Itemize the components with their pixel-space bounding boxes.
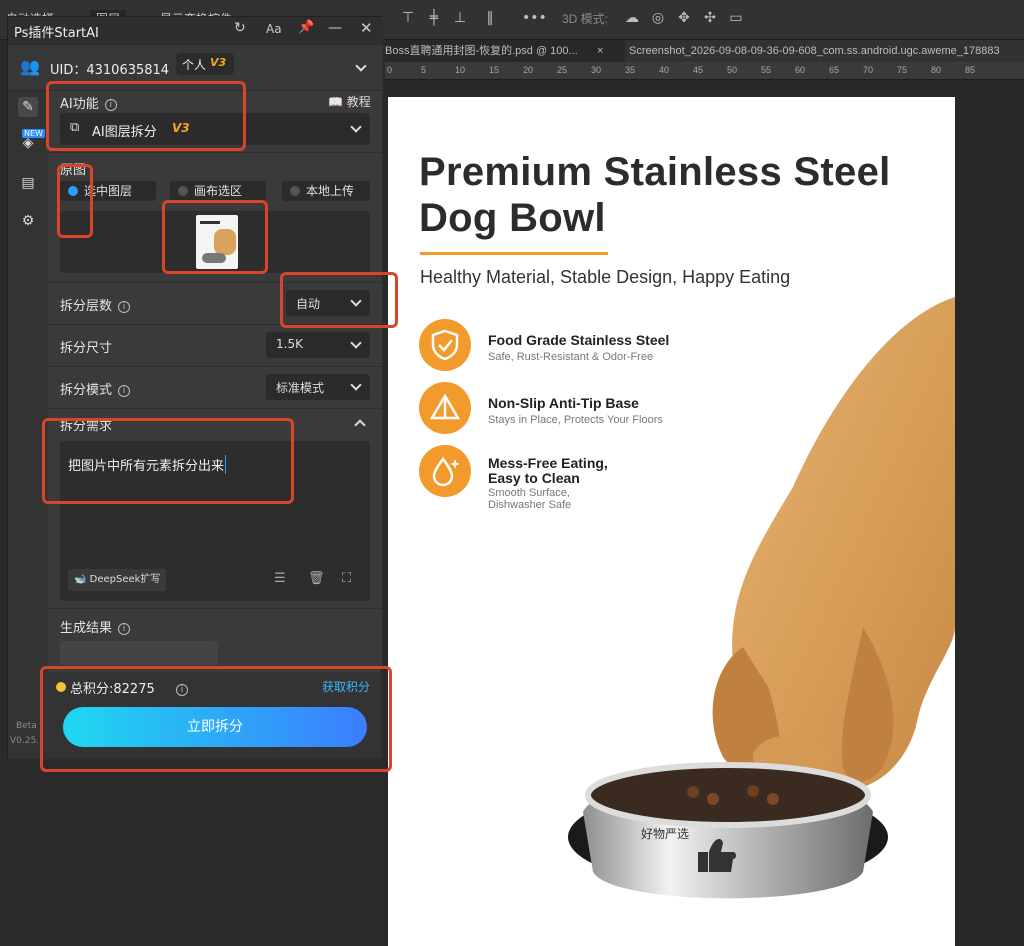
mode-select[interactable]: 标准模式 xyxy=(266,374,370,400)
tab-psd[interactable]: Boss直聘通用封图-恢复的.psd @ 100... xyxy=(385,40,595,62)
annotation-box xyxy=(162,200,268,274)
size-section: 拆分尺寸 1.5K xyxy=(48,325,382,367)
account-type-badge: 个人 V3 xyxy=(176,53,234,75)
tab-screenshot[interactable]: Screenshot_2026-09-08-09-36-09-608_com.s… xyxy=(625,40,1024,62)
document-tabs: Boss直聘通用封图-恢复的.psd @ 100... × Screenshot… xyxy=(385,40,1024,62)
annotation-box xyxy=(280,272,398,328)
3d-mode-label: 3D 模式: xyxy=(562,12,609,26)
artboard[interactable]: Premium Stainless Steel Dog Bowl Healthy… xyxy=(388,97,955,946)
refresh-icon[interactable]: ↻ xyxy=(234,20,246,36)
info-icon: i xyxy=(118,622,131,635)
tutorial-link[interactable]: 📖 教程 xyxy=(328,93,371,110)
align-bottom-icon[interactable]: ⊥ xyxy=(450,8,470,28)
dog-image xyxy=(568,297,955,899)
result-label: 生成结果 i xyxy=(60,617,131,636)
size-label: 拆分尺寸 xyxy=(60,341,113,356)
align-vcenter-icon[interactable]: ╪ xyxy=(424,8,444,28)
horizontal-ruler: 0 5 10 15 20 25 30 35 40 45 50 55 60 65 … xyxy=(385,62,1024,80)
product-title: Premium Stainless Steel Dog Bowl xyxy=(419,150,891,240)
edit-icon[interactable]: ✎ xyxy=(18,97,38,117)
3d-roll-icon[interactable]: ◎ xyxy=(648,8,668,28)
layers-label: 拆分层数 i xyxy=(60,295,131,314)
result-placeholder xyxy=(60,641,218,665)
chevron-up-icon[interactable] xyxy=(354,419,366,431)
close-icon[interactable]: ✕ xyxy=(360,19,373,37)
3d-slide-icon[interactable]: ✣ xyxy=(700,8,720,28)
tab-close-icon[interactable]: × xyxy=(597,40,611,62)
water-drop-sparkle-icon xyxy=(419,445,471,497)
mode-section: 拆分模式 i 标准模式 xyxy=(48,367,382,409)
shield-check-icon xyxy=(419,319,471,371)
3d-orbit-icon[interactable]: ☁ xyxy=(622,8,642,28)
result-section: 生成结果 i xyxy=(48,609,382,669)
chevron-down-icon xyxy=(350,379,362,391)
bowl-logo-text: 好物严选 xyxy=(641,827,690,841)
3d-camera-icon[interactable]: ▭ xyxy=(726,8,746,28)
source-option-canvas-selection[interactable]: 画布选区 xyxy=(170,181,266,201)
deepseek-button[interactable]: 🐋 DeepSeek扩写 xyxy=(68,569,167,591)
size-select[interactable]: 1.5K xyxy=(266,332,370,358)
mode-label: 拆分模式 i xyxy=(60,379,131,398)
new-badge: NEW xyxy=(22,129,45,138)
info-icon: i xyxy=(118,300,131,313)
annotation-box xyxy=(46,81,246,151)
settings-gear-icon[interactable]: ⚙ xyxy=(18,211,38,231)
chevron-down-icon xyxy=(350,121,362,133)
history-icon[interactable]: ☰ xyxy=(274,571,286,586)
source-options: 选中图层 画布选区 本地上传 xyxy=(60,181,370,201)
info-icon: i xyxy=(118,384,131,397)
users-icon: 👥 xyxy=(20,57,40,76)
panel-title: Ps插件StartAI xyxy=(14,26,99,41)
radio-icon xyxy=(178,186,188,196)
panel-titlebar: Ps插件StartAI ↻ Aa 📌 — ✕ xyxy=(8,17,383,45)
anti-tip-icon xyxy=(419,382,471,434)
distribute-icon[interactable]: ‖ xyxy=(480,8,500,28)
version-label: V0.25. xyxy=(10,736,40,746)
more-icon[interactable]: ••• xyxy=(522,8,547,28)
expand-icon[interactable]: ⛶ xyxy=(342,571,351,586)
radio-icon xyxy=(290,186,300,196)
3d-pan-icon[interactable]: ✥ xyxy=(674,8,694,28)
uid-text: UID：4310635814 xyxy=(50,63,170,78)
annotation-box xyxy=(42,418,294,504)
pin-icon[interactable]: 📌 xyxy=(298,20,314,35)
chevron-down-icon[interactable] xyxy=(355,59,367,72)
trash-icon[interactable]: 🗑 xyxy=(308,571,325,586)
chevron-down-icon xyxy=(350,337,362,349)
annotation-box xyxy=(57,164,93,238)
document-icon[interactable]: ▤ xyxy=(18,173,38,193)
annotation-box xyxy=(40,666,392,772)
source-option-local-upload[interactable]: 本地上传 xyxy=(282,181,370,201)
align-top-icon[interactable]: ⊤ xyxy=(398,8,418,28)
minimize-icon[interactable]: — xyxy=(328,20,342,36)
beta-label: Beta xyxy=(16,721,37,731)
font-size-icon[interactable]: Aa xyxy=(266,22,282,36)
